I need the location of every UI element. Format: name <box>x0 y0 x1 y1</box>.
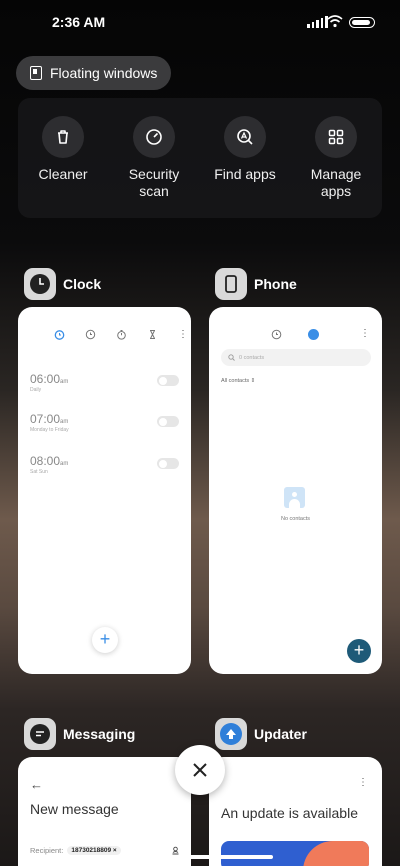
grid-icon <box>315 116 357 158</box>
alarm-tab-icon[interactable] <box>54 329 65 340</box>
messaging-card-header: Messaging <box>24 718 135 750</box>
security-scan-label: Security scan <box>128 166 180 199</box>
security-scan-button[interactable]: Security scan <box>109 116 199 200</box>
update-banner-image <box>221 841 369 866</box>
new-message-heading: New message <box>30 801 119 817</box>
updater-card-title: Updater <box>254 726 307 742</box>
wifi-icon <box>327 15 343 28</box>
search-app-icon <box>224 116 266 158</box>
empty-contacts-text: No contacts <box>280 516 311 522</box>
recipient-label: Recipient: <box>30 845 64 855</box>
recipient-chip[interactable]: 18730218809 × <box>67 845 121 855</box>
manage-apps-button[interactable]: Manage apps <box>291 116 381 200</box>
home-indicator[interactable] <box>127 855 273 859</box>
alarm-ampm: am <box>60 379 69 385</box>
update-available-text: An update is available <box>221 805 358 821</box>
contacts-tab-icon[interactable] <box>308 329 319 340</box>
alarm-item[interactable]: 08:00am Sat Sun <box>30 454 68 475</box>
add-contact-button[interactable]: + <box>347 639 371 663</box>
contacts-filter[interactable]: All contacts ⇕ <box>221 378 255 384</box>
alarm-repeat: Monday to Friday <box>30 427 69 433</box>
clock-card-header: Clock <box>24 268 101 300</box>
find-apps-label: Find apps <box>214 166 276 182</box>
world-clock-tab-icon[interactable] <box>85 329 96 340</box>
manage-apps-label: Manage apps <box>310 166 362 199</box>
back-arrow-icon[interactable]: ← <box>30 777 43 792</box>
alarm-ampm: am <box>60 461 69 467</box>
messaging-app-card[interactable]: ← New message Recipient: 18730218809 × <box>18 757 191 866</box>
signal-icon <box>307 16 328 28</box>
close-icon <box>193 763 207 777</box>
alarm-time: 06:00 <box>30 372 61 386</box>
alarm-ampm: am <box>60 419 69 425</box>
phone-more-icon[interactable]: ⋮ <box>360 328 370 339</box>
stopwatch-tab-icon[interactable] <box>116 329 127 340</box>
add-alarm-button[interactable]: + <box>92 627 118 653</box>
alarm-repeat: Sat Sun <box>30 469 48 475</box>
quick-actions-panel: Cleaner Security scan Find apps Manage a… <box>18 98 382 218</box>
updater-app-card[interactable]: ⋮ An update is available <box>209 757 382 866</box>
phone-tabs <box>271 329 319 340</box>
alarm-toggle[interactable] <box>157 416 179 427</box>
contacts-filter-label: All contacts <box>221 378 250 384</box>
phone-app-card[interactable]: ⋮ 0 contacts All contacts ⇕ No contacts … <box>209 307 382 674</box>
updater-more-icon[interactable]: ⋮ <box>358 777 368 788</box>
phone-card-title: Phone <box>254 276 297 292</box>
alarm-toggle[interactable] <box>157 458 179 469</box>
empty-contacts-icon <box>284 487 305 508</box>
clock-app-icon <box>24 268 56 300</box>
floating-window-icon <box>30 66 42 80</box>
timer-tab-icon[interactable] <box>147 329 158 340</box>
contacts-search-input[interactable]: 0 contacts <box>221 349 371 366</box>
clock-card-title: Clock <box>63 276 102 292</box>
alarm-item[interactable]: 07:00am Monday to Friday <box>30 412 69 433</box>
phone-app-icon <box>215 268 247 300</box>
trash-icon <box>42 116 84 158</box>
clock-tabs: ⋮ <box>54 329 188 340</box>
clock-more-icon[interactable]: ⋮ <box>178 329 188 340</box>
alarm-repeat: Daily <box>30 387 42 393</box>
messaging-card-title: Messaging <box>63 726 136 742</box>
contacts-search-placeholder: 0 contacts <box>239 354 265 361</box>
add-recipient-icon[interactable] <box>171 846 180 855</box>
battery-icon <box>349 17 375 28</box>
search-icon <box>228 354 235 361</box>
updater-app-icon <box>215 718 247 750</box>
cleaner-button[interactable]: Cleaner <box>18 116 108 183</box>
status-bar: 2:36 AM <box>0 0 400 44</box>
alarm-time: 07:00 <box>30 412 61 426</box>
status-time: 2:36 AM <box>52 14 106 30</box>
phone-card-header: Phone <box>215 268 297 300</box>
floating-windows-button[interactable]: Floating windows <box>16 56 172 90</box>
clock-app-card[interactable]: ⋮ 06:00am Daily 07:00am Monday to Friday… <box>18 307 191 674</box>
cleaner-label: Cleaner <box>38 166 88 182</box>
updater-card-header: Updater <box>215 718 307 750</box>
recents-tab-icon[interactable] <box>271 329 282 340</box>
alarm-time: 08:00 <box>30 454 61 468</box>
find-apps-button[interactable]: Find apps <box>200 116 290 183</box>
alarm-item[interactable]: 06:00am Daily <box>30 372 68 393</box>
close-all-button[interactable] <box>175 745 225 795</box>
recipient-value: 18730218809 <box>71 846 112 854</box>
shield-gauge-icon <box>133 116 175 158</box>
alarm-toggle[interactable] <box>157 375 179 386</box>
floating-windows-label: Floating windows <box>50 65 158 81</box>
messaging-app-icon <box>24 718 56 750</box>
